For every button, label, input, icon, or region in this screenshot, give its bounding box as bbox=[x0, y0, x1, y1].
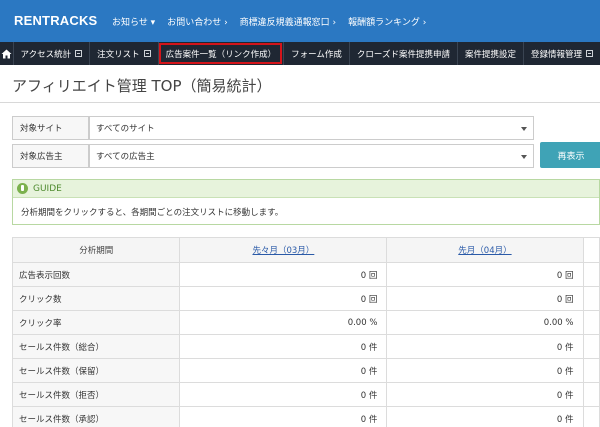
home-icon bbox=[1, 49, 12, 58]
nav-access-stats[interactable]: アクセス統計 bbox=[12, 42, 90, 65]
top-links: お知らせ ▾ お問い合わせ › 商標違反規義通報窓口 › 報酬額ランキング › bbox=[112, 0, 438, 42]
table-row: セールス件数（総合） 0 件 0 件 bbox=[11, 334, 600, 359]
nav-registration-info[interactable]: 登録情報管理 bbox=[522, 42, 600, 65]
row-value: 0 件 bbox=[386, 334, 584, 359]
nav-access-stats-label: アクセス統計 bbox=[20, 49, 72, 60]
nav-form-create[interactable]: フォーム作成 bbox=[283, 42, 349, 65]
period-link-prev1[interactable]: 先月（04月） bbox=[386, 237, 584, 263]
top-link-contact[interactable]: お問い合わせ › bbox=[167, 15, 227, 28]
dropdown-caret-icon bbox=[521, 155, 527, 159]
nav-ad-list-label: 広告案件一覧（リンク作成） bbox=[165, 49, 277, 60]
advertiser-select[interactable]: すべての広告主 bbox=[89, 144, 534, 168]
nav-order-list-label: 注文リスト bbox=[97, 49, 140, 60]
table-row: セールス件数（承認） 0 件 0 件 bbox=[11, 406, 600, 427]
guide-box: GUIDE 分析期間をクリックすると、各期間ごとの注文リストに移動します。 bbox=[12, 179, 600, 225]
divider bbox=[0, 102, 600, 103]
table-row: セールス件数（拒否） 0 件 0 件 bbox=[11, 382, 600, 407]
table-row: クリック率 0.00 % 0.00 % bbox=[11, 310, 600, 335]
row-value: 0 回 bbox=[386, 262, 584, 287]
period-header: 分析期間 bbox=[11, 237, 181, 263]
dropdown-caret-icon bbox=[521, 127, 527, 131]
advertiser-filter-label: 対象広告主 bbox=[12, 144, 89, 168]
table-edge bbox=[582, 406, 600, 427]
top-link-notice[interactable]: お知らせ ▾ bbox=[112, 15, 155, 28]
table-row: セールス件数（保留） 0 件 0 件 bbox=[11, 358, 600, 383]
row-value: 0 件 bbox=[179, 406, 388, 427]
nav-registration-info-label: 登録情報管理 bbox=[530, 49, 582, 60]
site-filter-label: 対象サイト bbox=[12, 116, 89, 140]
table-edge bbox=[582, 262, 600, 287]
home-button[interactable] bbox=[0, 42, 13, 65]
nav-form-create-label: フォーム作成 bbox=[291, 49, 342, 60]
row-value: 0 件 bbox=[179, 358, 388, 383]
top-header: RENTRACKS お知らせ ▾ お問い合わせ › 商標違反規義通報窓口 › 報… bbox=[0, 0, 600, 42]
table-row: 広告表示回数 0 回 0 回 bbox=[11, 262, 600, 287]
nav-closed-application-label: クローズド案件提携申請 bbox=[356, 49, 450, 60]
row-value: 0 回 bbox=[179, 286, 388, 311]
table-edge bbox=[582, 286, 600, 311]
main-nav: アクセス統計 注文リスト 広告案件一覧（リンク作成） フォーム作成 クローズド案… bbox=[0, 42, 600, 65]
row-value: 0 件 bbox=[179, 334, 388, 359]
row-label: セールス件数（承認） bbox=[11, 406, 181, 427]
collapse-icon bbox=[143, 50, 151, 57]
top-link-trademark-report[interactable]: 商標違反規義通報窓口 › bbox=[240, 15, 336, 28]
table-edge bbox=[582, 334, 600, 359]
row-value: 0 件 bbox=[386, 406, 584, 427]
row-label: クリック率 bbox=[11, 310, 181, 335]
table-edge bbox=[582, 237, 600, 263]
nav-ad-list-highlighted[interactable]: 広告案件一覧（リンク作成） bbox=[157, 42, 284, 65]
row-label: セールス件数（総合） bbox=[11, 334, 181, 359]
collapse-icon bbox=[586, 50, 593, 57]
period-link-prev2[interactable]: 先々月（03月） bbox=[179, 237, 388, 263]
row-value: 0 件 bbox=[386, 358, 584, 383]
nav-partnership-settings-label: 案件提携設定 bbox=[464, 49, 516, 60]
row-label: セールス件数（拒否） bbox=[11, 382, 181, 407]
guide-header: GUIDE bbox=[13, 180, 599, 198]
logo[interactable]: RENTRACKS bbox=[14, 13, 97, 28]
row-label: 広告表示回数 bbox=[11, 262, 181, 287]
nav-closed-application[interactable]: クローズド案件提携申請 bbox=[348, 42, 457, 65]
page-title: アフィリエイト管理 TOP（簡易統計） bbox=[12, 77, 272, 95]
row-label: セールス件数（保留） bbox=[11, 358, 181, 383]
site-select-value: すべてのサイト bbox=[96, 124, 155, 134]
stats-table: 分析期間 先々月（03月） 先月（04月） 広告表示回数 0 回 0 回 クリッ… bbox=[11, 237, 600, 427]
redisplay-button[interactable]: 再表示 bbox=[540, 142, 600, 168]
guide-text: 分析期間をクリックすると、各期間ごとの注文リストに移動します。 bbox=[21, 207, 284, 218]
row-value: 0.00 % bbox=[386, 310, 584, 335]
nav-partnership-settings[interactable]: 案件提携設定 bbox=[456, 42, 523, 65]
top-link-ranking[interactable]: 報酬額ランキング › bbox=[348, 15, 426, 28]
table-edge bbox=[582, 310, 600, 335]
advertiser-select-value: すべての広告主 bbox=[96, 152, 155, 162]
row-value: 0 件 bbox=[386, 382, 584, 407]
row-value: 0 回 bbox=[386, 286, 584, 311]
site-select[interactable]: すべてのサイト bbox=[89, 116, 534, 140]
collapse-icon bbox=[75, 50, 83, 57]
table-header-row: 分析期間 先々月（03月） 先月（04月） bbox=[11, 237, 600, 263]
table-row: クリック数 0 回 0 回 bbox=[11, 286, 600, 311]
row-value: 0 件 bbox=[179, 382, 388, 407]
lightbulb-icon bbox=[17, 183, 28, 194]
row-value: 0.00 % bbox=[179, 310, 388, 335]
guide-title: GUIDE bbox=[33, 183, 62, 194]
table-edge bbox=[582, 358, 600, 383]
nav-order-list[interactable]: 注文リスト bbox=[89, 42, 158, 65]
row-value: 0 回 bbox=[179, 262, 388, 287]
table-edge bbox=[582, 382, 600, 407]
row-label: クリック数 bbox=[11, 286, 181, 311]
